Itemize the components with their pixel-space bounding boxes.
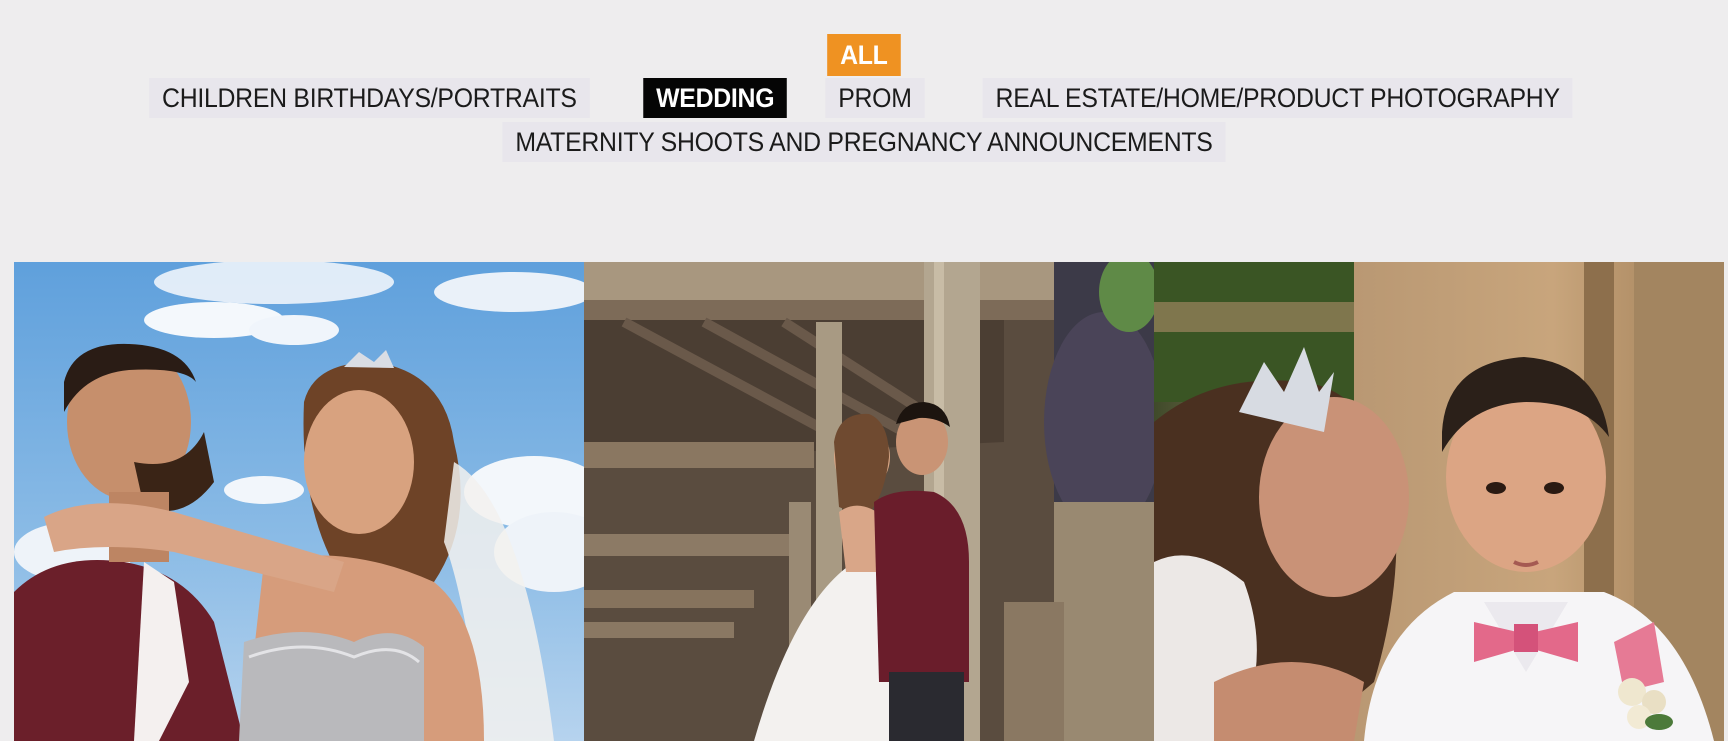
filter-wedding-button[interactable]: WEDDING [642,78,787,118]
portfolio-gallery [14,262,1724,741]
couple-sky-image [14,262,584,741]
couple-pavilion-image [584,262,1154,741]
filter-row-1: ALL [0,34,1728,76]
gallery-photo-couple-pavilion[interactable] [584,262,1154,741]
bride-boy-image [1154,262,1724,741]
gallery-photo-bride-boy[interactable] [1154,262,1724,741]
filter-row-3: MATERNITY SHOOTS AND PREGNANCY ANNOUNCEM… [0,122,1728,162]
filter-real-estate-home-product-button[interactable]: REAL ESTATE/HOME/PRODUCT PHOTOGRAPHY [982,78,1573,118]
portfolio-page: ALL CHILDREN BIRTHDAYS/PORTRAITS WEDDING… [0,0,1728,741]
filter-maternity-button[interactable]: MATERNITY SHOOTS AND PREGNANCY ANNOUNCEM… [502,122,1226,162]
portfolio-filter-bar: ALL CHILDREN BIRTHDAYS/PORTRAITS WEDDING… [0,34,1728,166]
filter-row-2: CHILDREN BIRTHDAYS/PORTRAITS WEDDING PRO… [0,78,1728,118]
filter-prom-button[interactable]: PROM [825,78,925,118]
gallery-photo-couple-sky[interactable] [14,262,584,741]
filter-children-birthdays-portraits-button[interactable]: CHILDREN BIRTHDAYS/PORTRAITS [149,78,590,118]
filter-all-button[interactable]: ALL [827,34,901,76]
